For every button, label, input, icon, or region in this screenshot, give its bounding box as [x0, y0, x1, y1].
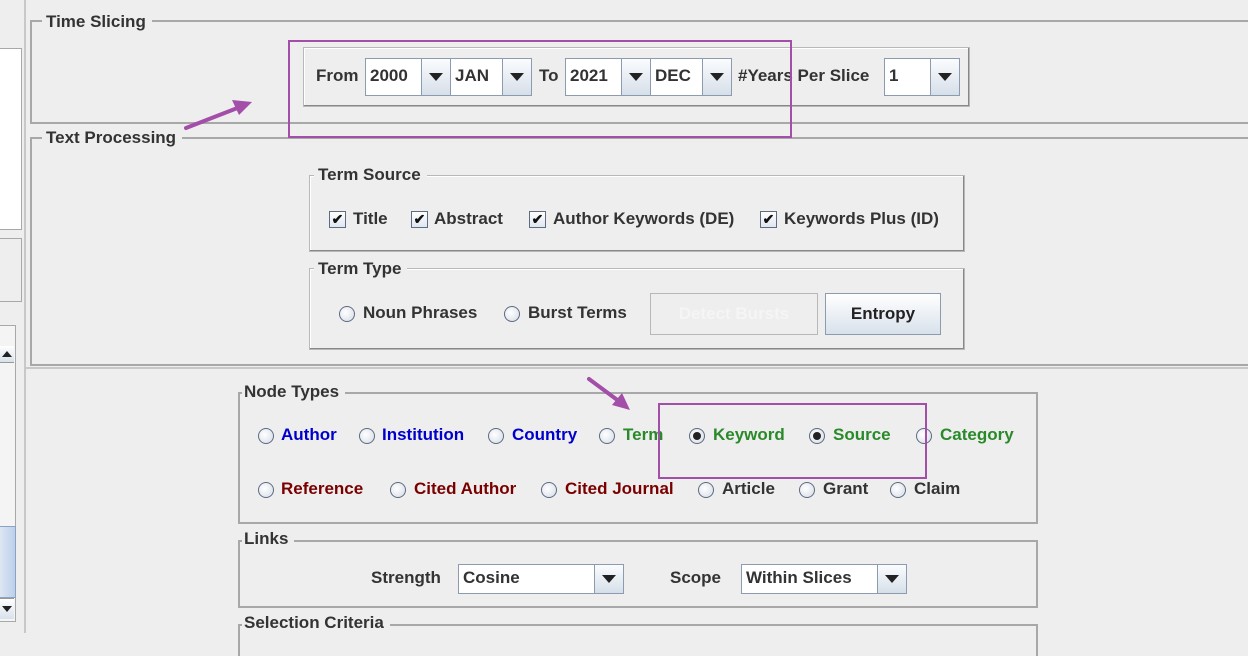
annotation-arrows: [184, 100, 630, 410]
arrow-to-node-types-icon: [587, 377, 630, 410]
arrow-to-time-slicing-icon: [184, 100, 252, 130]
